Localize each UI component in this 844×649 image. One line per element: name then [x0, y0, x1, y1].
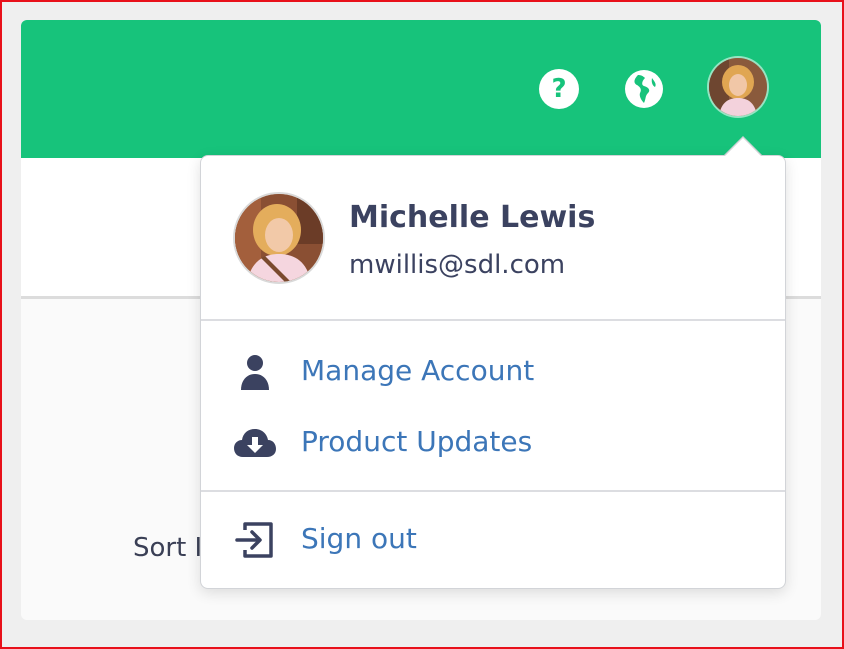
menu-divider [201, 319, 785, 321]
product-updates-item[interactable]: Product Updates [201, 413, 785, 473]
menu-item-label: Sign out [301, 522, 417, 555]
menu-divider [201, 490, 785, 492]
user-menu-dropdown: Michelle Lewis mwillis@sdl.com Manage Ac… [200, 155, 786, 589]
cloud-download-icon [234, 429, 276, 457]
sort-label: Sort I [133, 533, 203, 563]
avatar-image [709, 58, 767, 116]
user-avatar [233, 192, 325, 284]
menu-caret [725, 138, 761, 156]
user-name: Michelle Lewis [349, 200, 596, 235]
sign-out-icon [235, 522, 273, 558]
user-icon [241, 355, 269, 390]
avatar-image [235, 194, 323, 282]
help-button[interactable]: ? [539, 69, 579, 109]
language-button[interactable] [624, 69, 664, 109]
sign-out-item[interactable]: Sign out [201, 510, 785, 570]
menu-item-label: Manage Account [301, 354, 535, 387]
user-avatar-button[interactable] [709, 58, 767, 116]
globe-icon [625, 70, 663, 108]
question-icon: ? [551, 74, 567, 104]
manage-account-item[interactable]: Manage Account [201, 342, 785, 402]
user-email: mwillis@sdl.com [349, 250, 566, 280]
top-bar: ? [21, 20, 821, 158]
menu-item-label: Product Updates [301, 425, 533, 458]
